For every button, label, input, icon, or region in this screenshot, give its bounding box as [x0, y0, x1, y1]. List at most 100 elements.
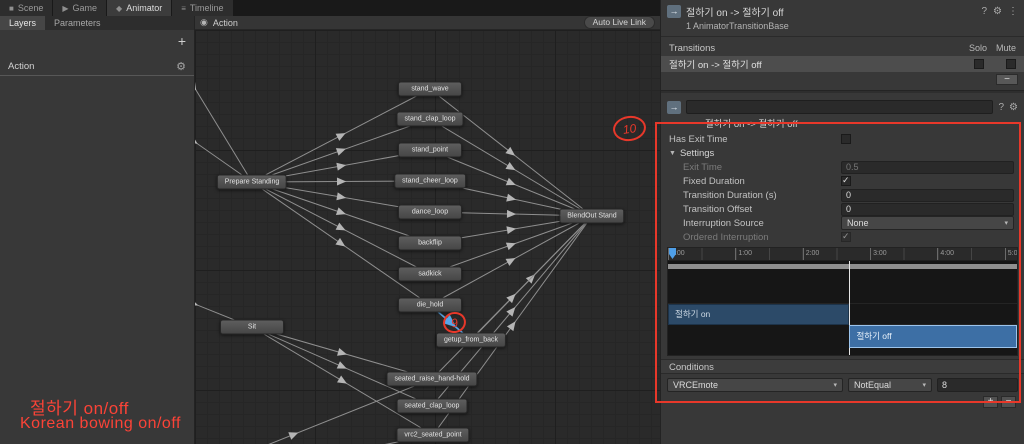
state-node-dance_loop[interactable]: dance_loop [398, 204, 462, 220]
ruler-tick: 5:00 [1004, 248, 1017, 260]
transition-list-item[interactable]: 절하기 on -> 절하기 off [661, 56, 1024, 72]
chevron-down-icon: ▾ [833, 382, 837, 389]
settings-foldout-label: Settings [679, 147, 715, 159]
auto-live-link-button[interactable]: Auto Live Link [583, 16, 655, 29]
conditions-header: Conditions [661, 359, 1024, 374]
fixed-duration-label: Fixed Duration [683, 175, 745, 187]
transition-offset-label: Transition Offset [683, 203, 753, 215]
conditions-footer: + − [661, 394, 1024, 408]
tab-scene[interactable]: ■ Scene [0, 0, 54, 16]
timeline-bar-on[interactable]: 절하기 on [668, 304, 850, 325]
condition-operator-dropdown[interactable]: NotEqual ▾ [848, 378, 932, 392]
transition-timeline[interactable]: 0:001:002:003:004:005:00 절하기 on 절하기 off [667, 247, 1018, 356]
graph-canvas[interactable]: Prepare Standing stand_wave stand_clap_loo… [195, 30, 660, 444]
tab-parameters[interactable]: Parameters [45, 16, 110, 30]
dropdown-value: VRCEmote [673, 380, 719, 390]
transitions-footer: − [661, 72, 1024, 86]
condition-value-field[interactable]: 8 [937, 378, 1018, 392]
state-node-seated_clap_loop[interactable]: seated_clap_loop [396, 398, 468, 414]
state-node-seated_raise_hand_hold[interactable]: seated_raise_hand-hold [386, 371, 478, 387]
state-node-backflip[interactable]: backflip [398, 235, 462, 251]
gear-icon[interactable]: ⚙ [176, 60, 186, 73]
kebab-menu-icon[interactable]: ⋮ [1008, 6, 1018, 17]
state-node-sadkick[interactable]: sadkick [398, 266, 462, 282]
gear-icon[interactable]: ⚙ [1009, 102, 1018, 113]
transition-name-row: → ? ⚙ [661, 97, 1024, 117]
breadcrumb[interactable]: Action [213, 18, 579, 28]
mute-checkbox[interactable] [1006, 59, 1016, 69]
state-node-prepare[interactable]: Prepare Standing [216, 174, 288, 190]
transition-duration-field[interactable]: 0 [841, 188, 1014, 202]
tab-animator-label: Animator [126, 3, 163, 13]
transition-duration-row: Transition Duration (s) 0 [661, 188, 1024, 202]
tab-animator[interactable]: ◆ Animator [107, 0, 173, 16]
layer-item-label: Action [8, 61, 35, 72]
remove-transition-button[interactable]: − [996, 74, 1018, 85]
divider [661, 90, 1024, 93]
transition-icon: → [667, 5, 681, 18]
state-node-die_hold[interactable]: die_hold [398, 297, 462, 313]
transition-name-input[interactable] [686, 100, 994, 114]
eye-icon[interactable]: ◉ [200, 17, 208, 28]
timeline-body[interactable]: 절하기 on 절하기 off [668, 261, 1017, 355]
has-exit-time-row: Has Exit Time [661, 132, 1024, 146]
window-tab-bar: ■ Scene ▶ Game ◆ Animator ≡ Timeline [0, 0, 660, 16]
ruler-tick: 1:00 [735, 248, 752, 260]
state-node-stand_wave[interactable]: stand_wave [398, 81, 462, 97]
condition-parameter-dropdown[interactable]: VRCEmote ▾ [667, 378, 843, 392]
transition-offset-field[interactable]: 0 [841, 202, 1014, 216]
graph-toolbar: ◉ Action Auto Live Link [195, 16, 660, 30]
state-node-vrc2_seated_point[interactable]: vrc2_seated_point [396, 427, 470, 443]
foldout-arrow-icon: ▼ [669, 149, 676, 157]
state-node-stand_point[interactable]: stand_point [398, 142, 462, 158]
tab-game-label: Game [72, 3, 98, 13]
help-icon[interactable]: ? [998, 102, 1004, 113]
transition-offset-row: Transition Offset 0 [661, 202, 1024, 216]
timeline-icon: ≡ [181, 3, 186, 13]
exit-time-row: Exit Time 0.5 [661, 160, 1024, 174]
ruler-tick: 3:00 [870, 248, 887, 260]
state-node-getup_from_back[interactable]: getup_from_back [435, 332, 507, 348]
timeline-band[interactable] [668, 264, 1017, 269]
state-node-sit[interactable]: Sit [220, 319, 284, 335]
solo-checkbox[interactable] [974, 59, 984, 69]
tab-game[interactable]: ▶ Game [53, 0, 108, 16]
tab-timeline[interactable]: ≡ Timeline [172, 0, 234, 16]
ruler-tick: 4:00 [937, 248, 954, 260]
inspector-title: 절하기 on -> 절하기 off [686, 8, 784, 19]
animator-left-panel: Layers Parameters + Action ⚙ [0, 16, 195, 444]
animator-icon: ◆ [116, 3, 123, 13]
remove-condition-button[interactable]: − [1001, 396, 1016, 408]
state-node-stand_clap_loop[interactable]: stand_clap_loop [396, 111, 464, 127]
interruption-source-dropdown[interactable]: None ▾ [841, 216, 1014, 230]
settings-foldout-row[interactable]: ▼ Settings [661, 146, 1024, 160]
tab-scene-label: Scene [17, 3, 44, 13]
solo-label: Solo [968, 43, 987, 53]
animator-state-graph[interactable]: ◉ Action Auto Live Link Prepare Standing… [195, 16, 660, 444]
transition-duration-label: Transition Duration (s) [683, 189, 777, 201]
fixed-duration-checkbox[interactable] [841, 175, 851, 186]
gear-icon[interactable]: ⚙ [993, 6, 1002, 17]
unity-window: ■ Scene ▶ Game ◆ Animator ≡ Timeline Lay… [0, 0, 1024, 444]
timeline-bar-off[interactable]: 절하기 off [849, 325, 1017, 348]
dropdown-value: None [847, 218, 869, 228]
layer-item-action[interactable]: Action ⚙ [0, 58, 194, 76]
ordered-interruption-checkbox [841, 231, 851, 242]
tab-layers[interactable]: Layers [0, 16, 46, 30]
add-condition-button[interactable]: + [983, 396, 998, 408]
add-layer-button[interactable]: + [178, 34, 186, 48]
transition-icon: → [667, 100, 681, 114]
timeline-ruler[interactable]: 0:001:002:003:004:005:00 [668, 248, 1017, 261]
layers-parameters-tabs: Layers Parameters [0, 16, 194, 30]
help-icon[interactable]: ? [981, 6, 987, 17]
inspector-subtitle: 1 AnimatorTransitionBase [686, 21, 789, 31]
ordered-interruption-row: Ordered Interruption [661, 230, 1024, 244]
ordered-interruption-label: Ordered Interruption [683, 231, 769, 243]
has-exit-time-checkbox[interactable] [841, 134, 851, 144]
transitions-section-header: Transitions Solo Mute [661, 40, 1024, 56]
dropdown-value: NotEqual [854, 380, 892, 390]
transition-name-label: 절하기 on -> 절하기 off [705, 119, 798, 130]
state-node-blendout[interactable]: BlendOut Stand [559, 208, 625, 224]
condition-row: VRCEmote ▾ NotEqual ▾ 8 [661, 374, 1024, 394]
state-node-stand_cheer_loop[interactable]: stand_cheer_loop [394, 173, 466, 189]
